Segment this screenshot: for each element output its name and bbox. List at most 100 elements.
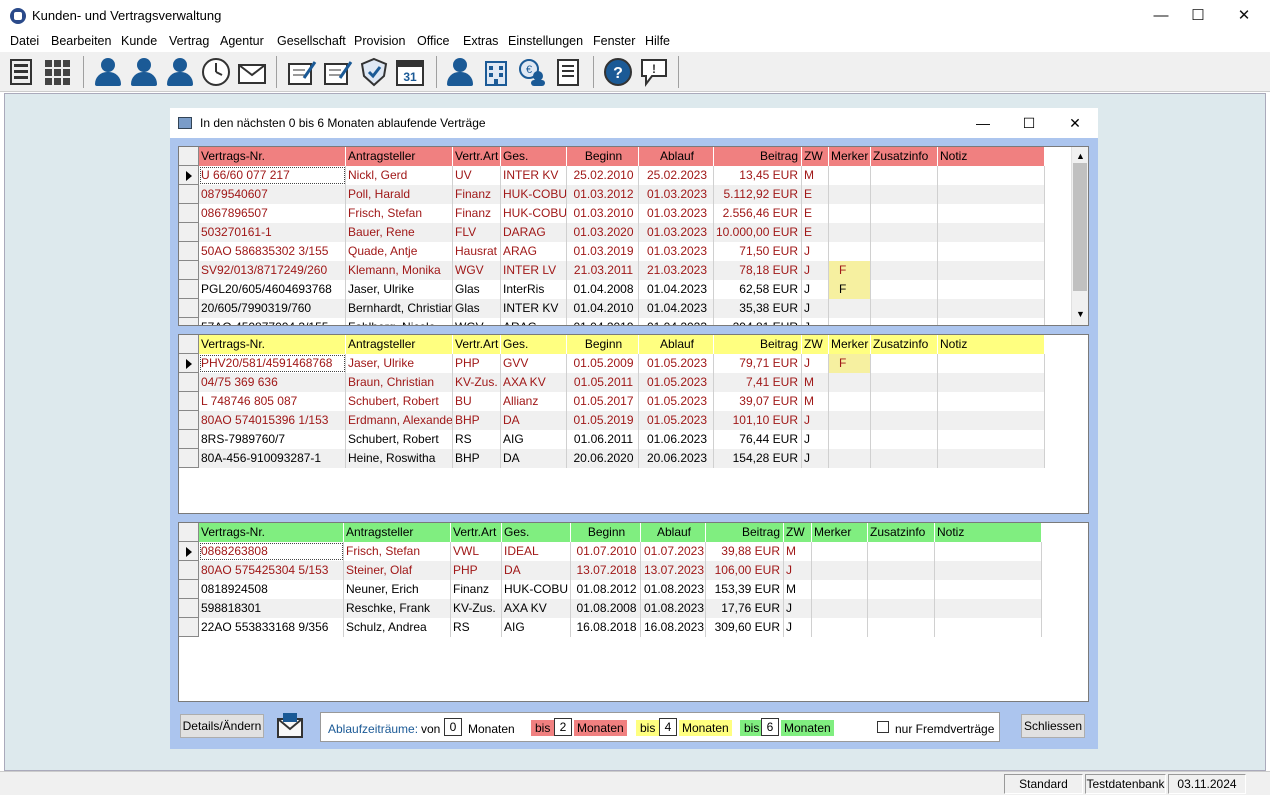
menu-gesellschaft[interactable]: Gesellschaft bbox=[277, 34, 346, 48]
help-icon[interactable]: ? bbox=[602, 56, 634, 88]
column-header-ablauf[interactable]: Ablauf bbox=[641, 523, 706, 542]
close-button[interactable]: ✕ bbox=[1221, 0, 1267, 31]
shield-icon[interactable] bbox=[358, 56, 390, 88]
scroll-thumb[interactable] bbox=[1073, 163, 1087, 291]
table-row[interactable]: 80AO 575425304 5/153 Steiner, Olaf PHP DA 13… bbox=[179, 561, 1042, 580]
contract-edit-icon[interactable] bbox=[286, 56, 318, 88]
column-header-notiz[interactable]: Notiz bbox=[935, 523, 1042, 542]
dialog-minimize-button[interactable]: — bbox=[960, 108, 1006, 138]
table-row[interactable]: 20/605/7990319/760 Bernhardt, Christian Gl… bbox=[179, 299, 1045, 318]
mail-envelope-icon[interactable] bbox=[274, 711, 306, 741]
row-selector[interactable] bbox=[179, 166, 199, 185]
column-header-art[interactable]: Vertr.Art bbox=[453, 147, 501, 166]
von-months-input[interactable]: 0 bbox=[444, 718, 462, 736]
row-selector[interactable] bbox=[179, 561, 199, 580]
column-header-zw[interactable]: ZW bbox=[802, 147, 829, 166]
document-icon[interactable] bbox=[552, 56, 584, 88]
dialog-maximize-button[interactable]: ☐ bbox=[1006, 108, 1052, 138]
column-header-art[interactable]: Vertr.Art bbox=[451, 523, 502, 542]
menu-einstellungen[interactable]: Einstellungen bbox=[508, 34, 583, 48]
bis-green-months-input[interactable]: 6 bbox=[761, 718, 779, 736]
column-header-beitrag[interactable]: Beitrag bbox=[714, 335, 802, 354]
table-row[interactable]: PHV20/581/4591468768 Jaser, Ulrike PHP GVV 0… bbox=[179, 354, 1045, 373]
column-header-notiz[interactable]: Notiz bbox=[938, 335, 1045, 354]
row-selector[interactable] bbox=[179, 280, 199, 299]
menu-agentur[interactable]: Agentur bbox=[220, 34, 264, 48]
calendar-icon[interactable]: 31 bbox=[394, 56, 426, 88]
table-row[interactable]: 0818924508 Neuner, Erich Finanz HUK-COBU 01.… bbox=[179, 580, 1042, 599]
column-header-notiz[interactable]: Notiz bbox=[938, 147, 1045, 166]
column-header-merker[interactable]: Merker bbox=[829, 147, 871, 166]
contract-edit-2-icon[interactable] bbox=[322, 56, 354, 88]
table-row[interactable]: SV92/013/8717249/260 Klemann, Monika WGV IN… bbox=[179, 261, 1045, 280]
mail-icon[interactable] bbox=[236, 56, 268, 88]
table-row[interactable]: 22AO 553833168 9/356 Schulz, Andrea RS AIG 1… bbox=[179, 618, 1042, 637]
column-header-ges[interactable]: Ges. bbox=[501, 147, 567, 166]
column-header-art[interactable]: Vertr.Art bbox=[453, 335, 501, 354]
fremdvertraege-checkbox[interactable] bbox=[877, 721, 889, 733]
column-header-nr[interactable]: Vertrags-Nr. bbox=[199, 523, 344, 542]
row-selector[interactable] bbox=[179, 542, 199, 561]
table-row[interactable]: 04/75 369 636 Braun, Christian KV-Zus. AXA … bbox=[179, 373, 1045, 392]
menu-extras[interactable]: Extras bbox=[463, 34, 498, 48]
column-header-zusatz[interactable]: Zusatzinfo bbox=[871, 335, 938, 354]
grid-4-6-months[interactable]: Vertrags-Nr. Antragsteller Vertr.Art Ges. Be… bbox=[178, 522, 1089, 702]
row-selector[interactable] bbox=[179, 299, 199, 318]
vertical-scrollbar[interactable]: ▲ ▼ bbox=[1071, 147, 1088, 325]
column-header-ges[interactable]: Ges. bbox=[501, 335, 567, 354]
table-row[interactable]: 0868263808 Frisch, Stefan VWL IDEAL 01.07.20… bbox=[179, 542, 1042, 561]
table-row[interactable]: 0867896507 Frisch, Stefan Finanz HUK-COBU 01… bbox=[179, 204, 1045, 223]
maximize-button[interactable]: ☐ bbox=[1175, 0, 1221, 31]
bis-yellow-months-input[interactable]: 4 bbox=[659, 718, 677, 736]
clock-icon[interactable] bbox=[200, 56, 232, 88]
table-row[interactable]: U 66/60 077 217 Nickl, Gerd UV INTER KV 25.0… bbox=[179, 166, 1045, 185]
grid-icon[interactable] bbox=[42, 56, 74, 88]
table-row[interactable]: 598818301 Reschke, Frank KV-Zus. AXA KV 01.0… bbox=[179, 599, 1042, 618]
column-header-name[interactable]: Antragsteller bbox=[344, 523, 451, 542]
card-index-icon[interactable] bbox=[6, 56, 38, 88]
menu-datei[interactable]: Datei bbox=[10, 34, 39, 48]
column-header-nr[interactable]: Vertrags-Nr. bbox=[199, 335, 346, 354]
column-header-zw[interactable]: ZW bbox=[784, 523, 812, 542]
row-selector[interactable] bbox=[179, 449, 199, 468]
column-header-zw[interactable]: ZW bbox=[802, 335, 829, 354]
row-selector[interactable] bbox=[179, 318, 199, 325]
column-header-zusatz[interactable]: Zusatzinfo bbox=[868, 523, 935, 542]
table-row[interactable]: 50AO 586835302 3/155 Quade, Antje Hausrat A… bbox=[179, 242, 1045, 261]
table-row[interactable]: PGL20/605/4604693768 Jaser, Ulrike Glas Int… bbox=[179, 280, 1045, 299]
bis-red-months-input[interactable]: 2 bbox=[554, 718, 572, 736]
column-header-name[interactable]: Antragsteller bbox=[346, 335, 453, 354]
grid-0-2-months[interactable]: Vertrags-Nr. Antragsteller Vertr.Art Ges. Be… bbox=[178, 146, 1089, 326]
menu-bearbeiten[interactable]: Bearbeiten bbox=[51, 34, 111, 48]
scroll-down-icon[interactable]: ▼ bbox=[1076, 309, 1085, 319]
table-row[interactable]: 503270161-1 Bauer, Rene FLV DARAG 01.03.2020… bbox=[179, 223, 1045, 242]
row-selector[interactable] bbox=[179, 599, 199, 618]
scroll-up-icon[interactable]: ▲ bbox=[1076, 151, 1085, 161]
table-row[interactable]: 8RS-7989760/7 Schubert, Robert RS AIG 01.06.… bbox=[179, 430, 1045, 449]
table-row[interactable]: 80AO 574015396 1/153 Erdmann, Alexander BH… bbox=[179, 411, 1045, 430]
column-header-merker[interactable]: Merker bbox=[812, 523, 868, 542]
menu-kunde[interactable]: Kunde bbox=[121, 34, 157, 48]
grid-2-4-months[interactable]: Vertrags-Nr. Antragsteller Vertr.Art Ges. Be… bbox=[178, 334, 1089, 514]
row-selector[interactable] bbox=[179, 354, 199, 373]
details-edit-button[interactable]: Details/Ändern bbox=[180, 714, 264, 738]
menu-office[interactable]: Office bbox=[417, 34, 449, 48]
row-selector[interactable] bbox=[179, 242, 199, 261]
row-selector[interactable] bbox=[179, 430, 199, 449]
close-dialog-button[interactable]: Schliessen bbox=[1021, 714, 1085, 738]
customer-group-icon[interactable] bbox=[164, 56, 196, 88]
customer-icon[interactable] bbox=[92, 56, 124, 88]
column-header-ablauf[interactable]: Ablauf bbox=[639, 147, 714, 166]
menu-provision[interactable]: Provision bbox=[354, 34, 405, 48]
column-header-beitrag[interactable]: Beitrag bbox=[714, 147, 802, 166]
table-row[interactable]: L 748746 805 087 Schubert, Robert BU Allian… bbox=[179, 392, 1045, 411]
column-header-zusatz[interactable]: Zusatzinfo bbox=[871, 147, 938, 166]
commission-icon[interactable]: € bbox=[516, 56, 548, 88]
customer-search-icon[interactable] bbox=[128, 56, 160, 88]
row-selector[interactable] bbox=[179, 185, 199, 204]
menu-fenster[interactable]: Fenster bbox=[593, 34, 635, 48]
column-header-beginn[interactable]: Beginn bbox=[567, 147, 639, 166]
info-chat-icon[interactable]: ! bbox=[638, 56, 670, 88]
column-header-beginn[interactable]: Beginn bbox=[571, 523, 641, 542]
table-row[interactable]: 57AO 450877004 3/155Fahlberg, NicoleWGVA… bbox=[179, 318, 1045, 325]
